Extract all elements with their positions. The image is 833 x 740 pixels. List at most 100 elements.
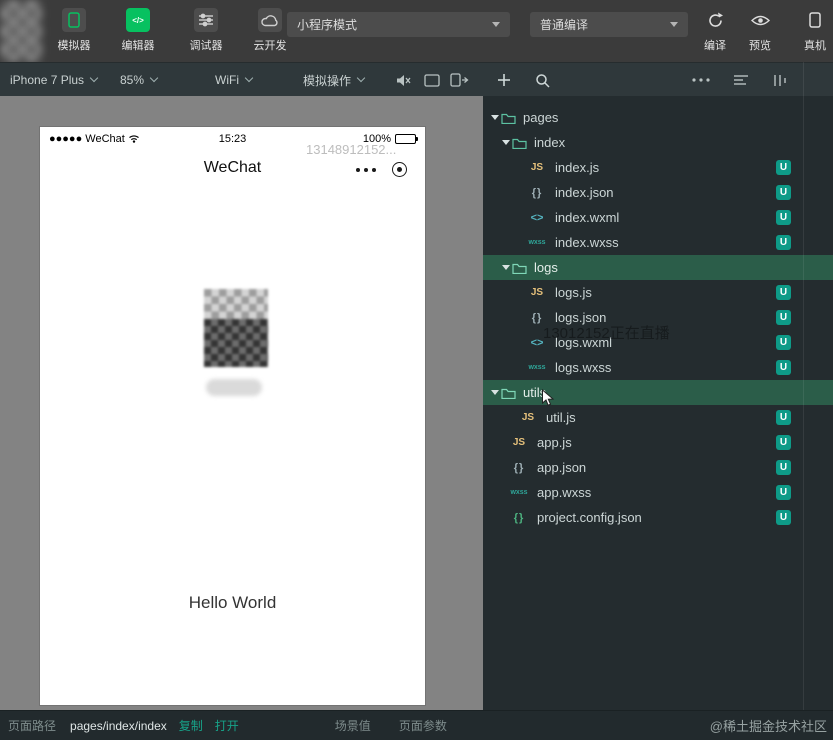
avatar bbox=[204, 289, 268, 367]
send-to-phone-icon[interactable] bbox=[450, 63, 469, 97]
tree-file-logs-wxml[interactable]: <> logs.wxml U bbox=[483, 330, 833, 355]
scene-value-label[interactable]: 场景值 bbox=[335, 717, 371, 734]
chevron-down-icon bbox=[500, 265, 512, 270]
mode-select-value: 小程序模式 bbox=[297, 18, 358, 32]
hello-world-text: Hello World bbox=[188, 593, 277, 612]
dropdown-arrow-icon bbox=[492, 22, 500, 27]
device-model-value: iPhone 7 Plus bbox=[10, 73, 85, 87]
file-name: index.wxss bbox=[555, 235, 619, 250]
tree-file-index-wxml[interactable]: <> index.wxml U bbox=[483, 205, 833, 230]
preview-button[interactable]: 预览 bbox=[738, 8, 782, 53]
phone-icon bbox=[808, 8, 822, 32]
tree-file-util-js[interactable]: JS util.js U bbox=[483, 405, 833, 430]
editor-button[interactable]: </> 编辑器 bbox=[110, 8, 166, 53]
file-name: logs.wxss bbox=[555, 360, 612, 375]
tree-file-index-wxss[interactable]: wxss index.wxss U bbox=[483, 230, 833, 255]
more-options-icon[interactable] bbox=[692, 63, 710, 97]
wxml-file-icon: <> bbox=[530, 211, 544, 224]
file-name: logs.json bbox=[555, 310, 607, 325]
debugger-button[interactable]: 调试器 bbox=[178, 8, 234, 53]
real-device-label: 真机 bbox=[804, 40, 826, 52]
json-file-icon: {} bbox=[513, 461, 525, 474]
file-tree-panel: pages index JS index.js U {} index.json … bbox=[483, 96, 833, 710]
tree-file-project-config[interactable]: {} project.config.json U bbox=[483, 505, 833, 530]
tree-file-logs-json[interactable]: {} logs.json U bbox=[483, 305, 833, 330]
wifi-icon bbox=[128, 135, 139, 143]
tree-folder-logs[interactable]: logs bbox=[483, 255, 833, 280]
simulator-label: 模拟器 bbox=[57, 40, 91, 52]
more-dots-icon[interactable] bbox=[355, 167, 377, 173]
capsule-menu[interactable] bbox=[355, 162, 407, 177]
tree-file-index-json[interactable]: {} index.json U bbox=[483, 180, 833, 205]
eye-icon bbox=[750, 8, 770, 32]
page-params-label[interactable]: 页面参数 bbox=[399, 717, 447, 734]
device-model-select[interactable]: iPhone 7 Plus bbox=[10, 63, 99, 97]
network-select[interactable]: WiFi bbox=[215, 63, 254, 97]
mute-icon[interactable] bbox=[396, 63, 411, 97]
blurred-logo bbox=[0, 0, 42, 62]
page-path-label: 页面路径 bbox=[8, 719, 57, 733]
compile-button[interactable]: 编译 bbox=[693, 8, 737, 53]
js-file-icon: JS bbox=[521, 412, 535, 423]
simulator-button[interactable]: 模拟器 bbox=[46, 8, 102, 53]
debugger-label: 调试器 bbox=[189, 40, 223, 52]
carrier-text: ●●●●● WeChat bbox=[49, 133, 140, 145]
unsaved-badge: U bbox=[776, 185, 791, 200]
add-file-icon[interactable] bbox=[497, 63, 511, 97]
device-toolbar: iPhone 7 Plus 85% WiFi 模拟操作 bbox=[0, 62, 833, 96]
file-name: project.config.json bbox=[537, 510, 642, 525]
folder-name: index bbox=[534, 135, 566, 150]
copy-link[interactable]: 复制 bbox=[179, 717, 203, 734]
chevron-down-icon bbox=[244, 73, 254, 83]
folder-icon bbox=[512, 262, 532, 274]
file-name: util.js bbox=[546, 410, 576, 425]
simulate-action-select[interactable]: 模拟操作 bbox=[303, 63, 366, 97]
file-name: index.json bbox=[555, 185, 614, 200]
json-file-icon: {} bbox=[531, 186, 543, 199]
battery-icon bbox=[395, 133, 418, 144]
tree-file-app-wxss[interactable]: wxss app.wxss U bbox=[483, 480, 833, 505]
file-name: app.json bbox=[537, 460, 587, 475]
panel-divider[interactable] bbox=[803, 62, 804, 710]
file-name: index.wxml bbox=[555, 210, 620, 225]
json-file-icon: {} bbox=[531, 311, 543, 324]
js-file-icon: JS bbox=[512, 437, 526, 448]
watermark-text: @稀土掘金技术社区 bbox=[709, 719, 827, 734]
tree-file-logs-wxss[interactable]: wxss logs.wxss U bbox=[483, 355, 833, 380]
unsaved-badge: U bbox=[776, 435, 791, 450]
zoom-select[interactable]: 85% bbox=[120, 63, 159, 97]
wxss-file-icon: wxss bbox=[510, 489, 528, 496]
tree-file-app-js[interactable]: JS app.js U bbox=[483, 430, 833, 455]
editor-icon: </> bbox=[126, 8, 150, 32]
unsaved-badge: U bbox=[776, 210, 791, 225]
search-icon[interactable] bbox=[535, 63, 550, 97]
battery-indicator: 100% bbox=[363, 133, 418, 145]
folder-icon bbox=[501, 112, 521, 124]
debugger-icon bbox=[194, 8, 218, 32]
open-link[interactable]: 打开 bbox=[215, 717, 239, 734]
tree-file-app-json[interactable]: {} app.json U bbox=[483, 455, 833, 480]
simulator-icon bbox=[62, 8, 86, 32]
chevron-down-icon bbox=[89, 73, 99, 83]
real-device-button[interactable]: 真机 bbox=[793, 8, 833, 53]
compile-mode-select[interactable]: 普通编译 bbox=[530, 12, 688, 37]
tree-folder-index[interactable]: index bbox=[483, 130, 833, 155]
phone-screen[interactable]: ●●●●● WeChat 15:23 100% WeChat 131489121… bbox=[40, 127, 425, 705]
screen-frame-icon[interactable] bbox=[424, 63, 440, 97]
tree-folder-pages[interactable]: pages bbox=[483, 105, 833, 130]
layout-columns-icon[interactable] bbox=[773, 63, 787, 97]
folder-name: logs bbox=[534, 260, 558, 275]
unsaved-badge: U bbox=[776, 410, 791, 425]
tree-file-index-js[interactable]: JS index.js U bbox=[483, 155, 833, 180]
tree-file-logs-js[interactable]: JS logs.js U bbox=[483, 280, 833, 305]
collapse-all-icon[interactable] bbox=[733, 63, 749, 97]
wxml-file-icon: <> bbox=[530, 336, 544, 349]
top-toolbar: 模拟器 </> 编辑器 调试器 云开发 小程序模式 普通编译 编译 预览 真机 bbox=[0, 0, 833, 62]
mode-select[interactable]: 小程序模式 bbox=[287, 12, 510, 37]
network-value: WiFi bbox=[215, 73, 239, 87]
chevron-down-icon bbox=[500, 140, 512, 145]
exit-circle-icon[interactable] bbox=[392, 162, 407, 177]
folder-name: pages bbox=[523, 110, 559, 125]
file-name: app.wxss bbox=[537, 485, 592, 500]
tree-folder-utils[interactable]: utils bbox=[483, 380, 833, 405]
